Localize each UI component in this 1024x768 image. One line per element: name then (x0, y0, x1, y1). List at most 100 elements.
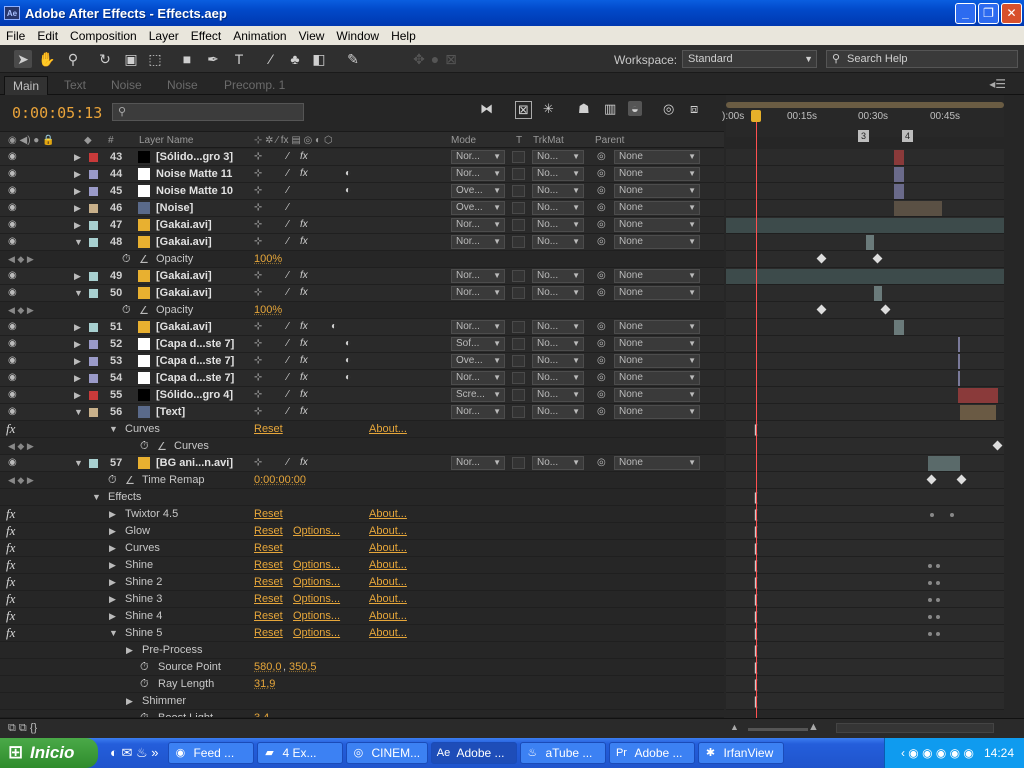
label-color-swatch[interactable] (89, 289, 98, 298)
reset-link[interactable]: Reset (254, 593, 283, 605)
reset-link[interactable]: Reset (254, 542, 283, 554)
layer-duration-bar[interactable] (960, 405, 996, 420)
track-row[interactable] (726, 455, 1004, 472)
visibility-eye-icon[interactable]: ◉ (8, 236, 17, 247)
menu-effect[interactable]: Effect (185, 29, 227, 43)
track-row[interactable]: [ (726, 676, 1004, 693)
comp-marker[interactable]: 4 (902, 130, 914, 142)
parent-pickwhip-icon[interactable]: ◎ (597, 457, 606, 468)
layer-duration-bar[interactable] (928, 456, 960, 471)
preserve-transparency-checkbox[interactable] (512, 202, 525, 214)
layer-name[interactable]: [Noise] (156, 202, 193, 214)
property-value[interactable]: 0:00:00:00 (254, 474, 306, 486)
effect-enable-icon[interactable]: fx (6, 574, 15, 590)
twirl-right-icon[interactable]: ▶ (74, 152, 81, 163)
layer-duration-bar[interactable] (894, 320, 904, 335)
quality-switch-icon[interactable]: ⁄ (287, 406, 289, 417)
motion-blur-switch-icon[interactable]: ◐ (345, 338, 351, 349)
preserve-transparency-checkbox[interactable] (512, 406, 525, 418)
keyframe-dot-icon[interactable] (928, 632, 932, 636)
reset-link[interactable]: Reset (254, 627, 283, 639)
twirl-down-icon[interactable]: ▼ (109, 628, 118, 638)
tab-text[interactable]: Text (56, 76, 94, 95)
effect-switch-icon[interactable]: fx (300, 321, 308, 332)
effect-row[interactable]: fx ▶ Shine Reset Options... About... (0, 557, 724, 574)
effect-row[interactable]: fx ▶ Curves Reset About... (0, 540, 724, 557)
hide-shy-layers-icon[interactable]: ☗ (578, 101, 590, 117)
about-link[interactable]: About... (369, 627, 407, 639)
blend-mode-select[interactable]: Ove... ▼ (451, 354, 505, 368)
layer-row[interactable]: ◉ ▶ 43 [Sólido...gro 3] ⊹ ⁄ fx Nor... ▼ No... ▼ ◎ No… (0, 149, 724, 166)
tab-noise-2[interactable]: Noise (159, 76, 206, 95)
twirl-right-icon[interactable]: ▶ (74, 169, 81, 180)
draft-3d-icon[interactable]: ✳ (543, 101, 554, 117)
track-row[interactable]: [ (726, 693, 1004, 710)
twirl-right-icon[interactable]: ▶ (74, 271, 81, 282)
visibility-eye-icon[interactable]: ◉ (8, 321, 17, 332)
layer-name[interactable]: [Gakai.avi] (156, 321, 212, 333)
layer-duration-bar[interactable] (726, 218, 1004, 233)
track-row[interactable] (726, 149, 1004, 166)
twirl-right-icon[interactable]: ▶ (109, 577, 116, 588)
layer-row[interactable]: ◉ ▶ 52 [Capa d...ste 7] ⊹ ⁄ fx ◐ Sof... ▼ No... ▼ ◎ N… (0, 336, 724, 353)
motion-blur-switch-icon[interactable]: ◐ (345, 168, 351, 179)
track-matte-select[interactable]: No... ▼ (532, 405, 584, 419)
track-row[interactable] (726, 302, 1004, 319)
twirl-down-icon[interactable]: ▼ (92, 492, 101, 502)
layer-row[interactable]: ◉ ▼ 57 [BG ani...n.avi] ⊹ ⁄ fx Nor... ▼ No... ▼ ◎ No… (0, 455, 724, 472)
parent-select[interactable]: None ▼ (614, 218, 700, 232)
effect-row[interactable]: fx ▶ Shine 4 Reset Options... About... (0, 608, 724, 625)
track-row[interactable]: [ (726, 659, 1004, 676)
layer-name[interactable]: [BG ani...n.avi] (156, 457, 233, 469)
visibility-eye-icon[interactable]: ◉ (8, 372, 17, 383)
layer-row[interactable]: ◉ ▶ 44 Noise Matte 11 ⊹ ⁄ fx ◐ Nor... ▼ No... ▼ ◎ Non… (0, 166, 724, 183)
task-premiere[interactable]: Pr Adobe ... (609, 742, 696, 764)
effect-enable-icon[interactable]: fx (6, 608, 15, 624)
parent-pickwhip-icon[interactable]: ◎ (597, 355, 606, 366)
effect-enable-icon[interactable]: fx (6, 625, 15, 641)
layer-duration-bar[interactable] (958, 371, 960, 386)
visibility-eye-icon[interactable]: ◉ (8, 151, 17, 162)
shy-switch-icon[interactable]: ⊹ (254, 202, 262, 213)
effect-switch-icon[interactable]: fx (300, 151, 308, 162)
effect-enable-icon[interactable]: fx (6, 523, 15, 539)
effect-switch-icon[interactable]: fx (300, 168, 308, 179)
preserve-transparency-checkbox[interactable] (512, 219, 525, 231)
track-row[interactable] (726, 285, 1004, 302)
layer-search-input[interactable]: ⚲ (112, 103, 304, 121)
layer-row[interactable]: ◉ ▼ 48 [Gakai.avi] ⊹ ⁄ fx Nor... ▼ No... ▼ ◎ None ▼ (0, 234, 724, 251)
layer-row[interactable]: ◉ ▶ 53 [Capa d...ste 7] ⊹ ⁄ fx ◐ Ove... ▼ No... ▼ ◎ N… (0, 353, 724, 370)
quality-switch-icon[interactable]: ⁄ (287, 185, 289, 196)
label-color-swatch[interactable] (89, 340, 98, 349)
quality-switch-icon[interactable]: ⁄ (287, 338, 289, 349)
stopwatch-icon[interactable]: ⏱ (140, 440, 149, 453)
parent-pickwhip-icon[interactable]: ◎ (597, 270, 606, 281)
parent-pickwhip-icon[interactable]: ◎ (597, 185, 606, 196)
expand-collapse-icons[interactable]: ⧉ ⧉ {} (8, 722, 37, 735)
track-row[interactable]: [ (726, 421, 1004, 438)
track-row[interactable] (726, 268, 1004, 285)
restore-button[interactable]: ❐ (978, 3, 999, 24)
menu-window[interactable]: Window (330, 29, 385, 43)
twirl-right-icon[interactable]: ▶ (74, 373, 81, 384)
preserve-transparency-checkbox[interactable] (512, 321, 525, 333)
quality-switch-icon[interactable]: ⁄ (287, 219, 289, 230)
property-row[interactable]: ◀ ◆ ▶ ⏱ ∠ Opacity 100% (0, 302, 724, 319)
menu-view[interactable]: View (293, 29, 331, 43)
visibility-eye-icon[interactable]: ◉ (8, 406, 17, 417)
keyframe-icon[interactable] (926, 474, 937, 485)
twirl-down-icon[interactable]: ▼ (74, 288, 83, 298)
effect-row[interactable]: fx ▶ Shine 3 Reset Options... About... (0, 591, 724, 608)
layer-duration-bar[interactable] (894, 184, 904, 199)
camera-tool-icon[interactable]: ▣ (122, 50, 140, 68)
keyframe-dot-icon[interactable] (928, 581, 932, 585)
parent-pickwhip-icon[interactable]: ◎ (597, 151, 606, 162)
eraser-tool-icon[interactable]: ◧ (310, 50, 328, 68)
layer-name[interactable]: [Sólido...gro 3] (156, 151, 233, 163)
track-matte-select[interactable]: No... ▼ (532, 388, 584, 402)
track-matte-select[interactable]: No... ▼ (532, 320, 584, 334)
layer-name[interactable]: [Capa d...ste 7] (156, 372, 234, 384)
track-row[interactable]: [ (726, 625, 1004, 642)
options-link[interactable]: Options... (293, 610, 340, 622)
property-value[interactable]: 100% (254, 253, 282, 265)
